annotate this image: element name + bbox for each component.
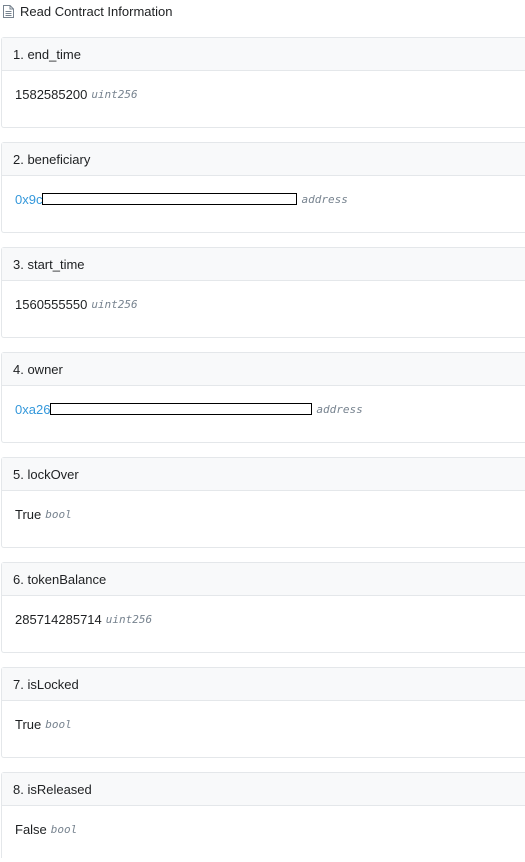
item-type: address xyxy=(316,402,363,416)
item-label: 7. isLocked xyxy=(13,677,79,692)
item-label: 6. tokenBalance xyxy=(13,572,107,587)
item-header[interactable]: 6. tokenBalance xyxy=(2,563,525,596)
item-value: 1560555550 xyxy=(15,296,88,312)
contract-item-owner: 4. owner 0xa26 address xyxy=(1,352,525,443)
item-value: 285714285714 xyxy=(15,611,102,627)
redaction-box xyxy=(42,193,298,205)
item-value: True xyxy=(15,716,42,732)
item-value: 1582585200 xyxy=(15,86,88,102)
contract-item-beneficiary: 2. beneficiary 0x9c address xyxy=(1,142,525,233)
item-label: 8. isReleased xyxy=(13,782,92,797)
item-type: address xyxy=(301,192,348,206)
redaction-box xyxy=(50,403,313,415)
item-type: uint256 xyxy=(91,87,138,101)
item-type: bool xyxy=(45,717,72,731)
item-label: 5. lockOver xyxy=(13,467,79,482)
item-label: 3. start_time xyxy=(13,257,85,272)
contract-item-is-released: 8. isReleased False bool xyxy=(1,772,525,858)
address-link[interactable]: 0xa26 xyxy=(15,402,50,417)
item-type: uint256 xyxy=(91,297,138,311)
item-label: 2. beneficiary xyxy=(13,152,91,167)
item-header[interactable]: 2. beneficiary xyxy=(2,143,525,176)
item-value: False xyxy=(15,821,47,837)
item-label: 1. end_time xyxy=(13,47,81,62)
read-contract-header: Read Contract Information xyxy=(0,0,525,24)
item-type: bool xyxy=(50,822,78,836)
contract-item-start-time: 3. start_time 1560555550 uint256 xyxy=(1,247,525,338)
item-header[interactable]: 3. start_time xyxy=(2,248,525,281)
contract-item-lock-over: 5. lockOver True bool xyxy=(1,457,525,548)
item-type: bool xyxy=(45,507,72,521)
item-header[interactable]: 8. isReleased xyxy=(2,773,525,806)
contract-item-is-locked: 7. isLocked True bool xyxy=(1,667,525,758)
address-link[interactable]: 0x9c xyxy=(15,192,42,207)
document-icon xyxy=(3,5,14,18)
item-label: 4. owner xyxy=(13,362,63,377)
contract-item-token-balance: 6. tokenBalance 285714285714 uint256 xyxy=(1,562,525,653)
item-type: uint256 xyxy=(105,612,153,626)
page-title: Read Contract Information xyxy=(20,4,173,19)
item-header[interactable]: 5. lockOver xyxy=(2,458,525,491)
item-header[interactable]: 7. isLocked xyxy=(2,668,525,701)
item-value: True xyxy=(15,506,42,522)
item-header[interactable]: 4. owner xyxy=(2,353,525,386)
contract-item-end-time: 1. end_time 1582585200 uint256 xyxy=(1,37,525,128)
item-header[interactable]: 1. end_time xyxy=(2,38,525,71)
